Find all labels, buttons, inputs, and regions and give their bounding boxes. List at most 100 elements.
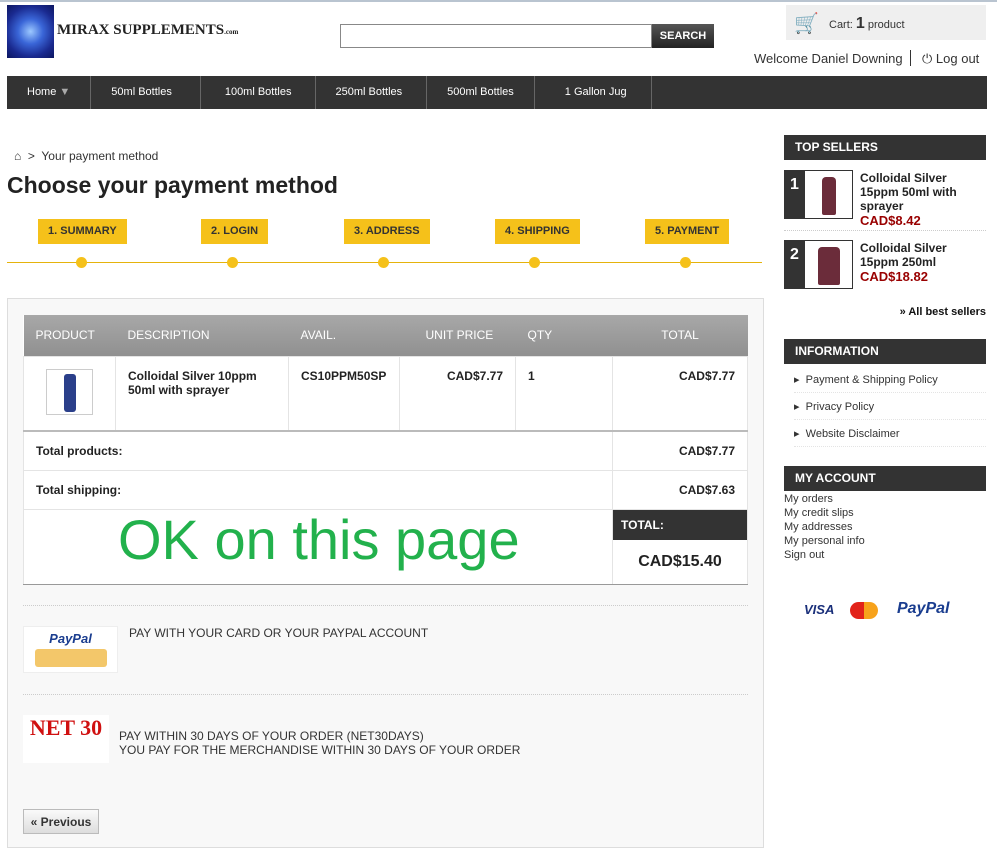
brand-name[interactable]: MIRAX SUPPLEMENTS.com	[57, 22, 238, 39]
nav-100ml[interactable]: 100ml Bottles	[201, 76, 317, 109]
product-price: CAD$18.82	[860, 269, 928, 284]
total-shipping-label: Total shipping:	[23, 470, 613, 510]
nav-50ml[interactable]: 50ml Bottles	[91, 76, 201, 109]
step-dot	[529, 257, 540, 268]
my-personal-info-link[interactable]: My personal info	[784, 534, 865, 548]
product-name[interactable]: Colloidal Silver 15ppm 250ml	[860, 241, 986, 269]
col-total: TOTAL	[612, 315, 748, 356]
net30-option[interactable]: PAY WITHIN 30 DAYS OF YOUR ORDER (NET30D…	[119, 729, 520, 757]
step-summary[interactable]: 1. SUMMARY	[38, 219, 127, 244]
step-dot	[76, 257, 87, 268]
rank: 1	[784, 170, 804, 219]
previous-button[interactable]: « Previous	[23, 809, 99, 834]
paypal-logo-text: PayPal	[49, 631, 92, 646]
total-shipping-row: Total shipping: CAD$7.63	[23, 470, 748, 510]
breadcrumb: ⌂ > Your payment method	[14, 149, 159, 163]
nav-home[interactable]: Home ▼	[7, 76, 92, 109]
row-total: CAD$7.77	[612, 355, 748, 432]
info-link[interactable]: ▸ Payment & Shipping Policy	[794, 373, 986, 393]
annotation-text: OK on this page	[118, 508, 520, 571]
col-description: DESCRIPTION	[115, 315, 289, 356]
rank: 2	[784, 240, 804, 289]
divider	[910, 50, 911, 66]
table-row: Colloidal Silver 10ppm 50ml with sprayer…	[23, 355, 748, 432]
total-products-label: Total products:	[23, 430, 613, 471]
divider	[23, 694, 748, 695]
account-links: My orders My credit slips My addresses M…	[784, 492, 865, 562]
total-value: CAD$15.40	[638, 553, 722, 570]
top-seller-item[interactable]: 1 Colloidal Silver 15ppm 50ml with spraye…	[784, 170, 986, 228]
info-link-label: Payment & Shipping Policy	[805, 374, 938, 386]
brand-text: MIRAX SUPPLEMENTS	[57, 22, 225, 38]
breadcrumb-current: Your payment method	[41, 149, 159, 163]
product-name[interactable]: Colloidal Silver 15ppm 50ml with sprayer	[860, 171, 986, 213]
search-input[interactable]	[340, 24, 652, 48]
mastercard-logo	[850, 602, 878, 619]
unit-price: CAD$7.77	[399, 355, 516, 432]
sign-out-link[interactable]: Sign out	[784, 548, 865, 562]
quantity: 1	[515, 355, 613, 432]
cart-count: 1	[855, 15, 865, 32]
power-icon: ⏻	[922, 51, 933, 66]
step-dot	[680, 257, 691, 268]
my-addresses-link[interactable]: My addresses	[784, 520, 865, 534]
info-link-label: Privacy Policy	[805, 401, 875, 413]
cart-unit: product	[867, 19, 905, 31]
step-login[interactable]: 2. LOGIN	[201, 219, 269, 244]
my-account-header: MY ACCOUNT	[784, 466, 986, 491]
all-best-sellers-link[interactable]: » All best sellers	[900, 306, 986, 318]
total-cell: TOTAL: CAD$15.40	[612, 509, 748, 585]
brand-suffix: .com	[224, 28, 239, 36]
product-image[interactable]	[23, 355, 116, 432]
nav-label: Home	[27, 86, 57, 98]
paypal-logo[interactable]: PayPal	[23, 626, 118, 673]
cart-label: Cart:	[829, 19, 853, 31]
divider	[784, 230, 986, 231]
page-title: Choose your payment method	[7, 172, 338, 198]
col-avail: AVAIL.	[288, 315, 400, 356]
col-qty: QTY	[515, 315, 613, 356]
total-products-row: Total products: CAD$7.77	[23, 430, 748, 471]
col-unit-price: UNIT PRICE	[399, 315, 516, 356]
search-button[interactable]: SEARCH	[652, 24, 714, 48]
logout-link[interactable]: ⏻ Log out	[922, 51, 979, 67]
col-product: PRODUCT	[23, 315, 116, 356]
total-shipping-value: CAD$7.63	[612, 470, 748, 510]
step-address[interactable]: 3. ADDRESS	[344, 219, 430, 244]
welcome-text: Welcome Daniel Downing	[754, 51, 903, 66]
step-payment: 5. PAYMENT	[645, 219, 730, 244]
nav-1gallon[interactable]: 1 Gallon Jug	[535, 76, 652, 109]
product-thumb[interactable]	[804, 240, 853, 289]
paypal-sidebar-logo: PayPal	[897, 600, 950, 617]
info-link[interactable]: ▸ Website Disclaimer	[794, 427, 986, 447]
logo-image[interactable]	[7, 5, 54, 58]
cart-icon: 🛒	[794, 13, 819, 35]
info-link[interactable]: ▸ Privacy Policy	[794, 400, 986, 420]
net30-line1: PAY WITHIN 30 DAYS OF YOUR ORDER (NET30D…	[119, 729, 424, 743]
product-price: CAD$8.42	[860, 213, 921, 228]
top-sellers-header: TOP SELLERS	[784, 135, 986, 160]
divider	[23, 605, 748, 606]
my-orders-link[interactable]: My orders	[784, 492, 865, 506]
my-credit-slips-link[interactable]: My credit slips	[784, 506, 865, 520]
visa-logo: VISA	[804, 602, 835, 617]
total-label: TOTAL:	[613, 510, 747, 540]
product-thumb[interactable]	[804, 170, 853, 219]
paypal-option[interactable]: PAY WITH YOUR CARD OR YOUR PAYPAL ACCOUN…	[129, 626, 428, 640]
table-header: PRODUCT DESCRIPTION AVAIL. UNIT PRICE QT…	[23, 315, 748, 356]
logout-label: Log out	[935, 51, 980, 66]
nav-250ml[interactable]: 250ml Bottles	[316, 76, 428, 109]
net30-logo[interactable]: NET 30	[23, 715, 109, 763]
step-shipping[interactable]: 4. SHIPPING	[495, 219, 580, 244]
caret-down-icon: ▼	[59, 86, 71, 98]
nav-500ml[interactable]: 500ml Bottles	[427, 76, 535, 109]
product-description[interactable]: Colloidal Silver 10ppm 50ml with sprayer	[115, 355, 289, 432]
info-link-label: Website Disclaimer	[805, 428, 900, 440]
product-reference: CS10PPM50SP	[288, 355, 400, 432]
step-dot	[378, 257, 389, 268]
top-seller-item[interactable]: 2 Colloidal Silver 15ppm 250ml CAD$18.82	[784, 240, 986, 290]
net30-line2: YOU PAY FOR THE MERCHANDISE WITHIN 30 DA…	[119, 743, 521, 757]
information-header: INFORMATION	[784, 339, 986, 364]
total-products-value: CAD$7.77	[612, 430, 748, 471]
home-icon[interactable]: ⌂	[14, 149, 21, 163]
